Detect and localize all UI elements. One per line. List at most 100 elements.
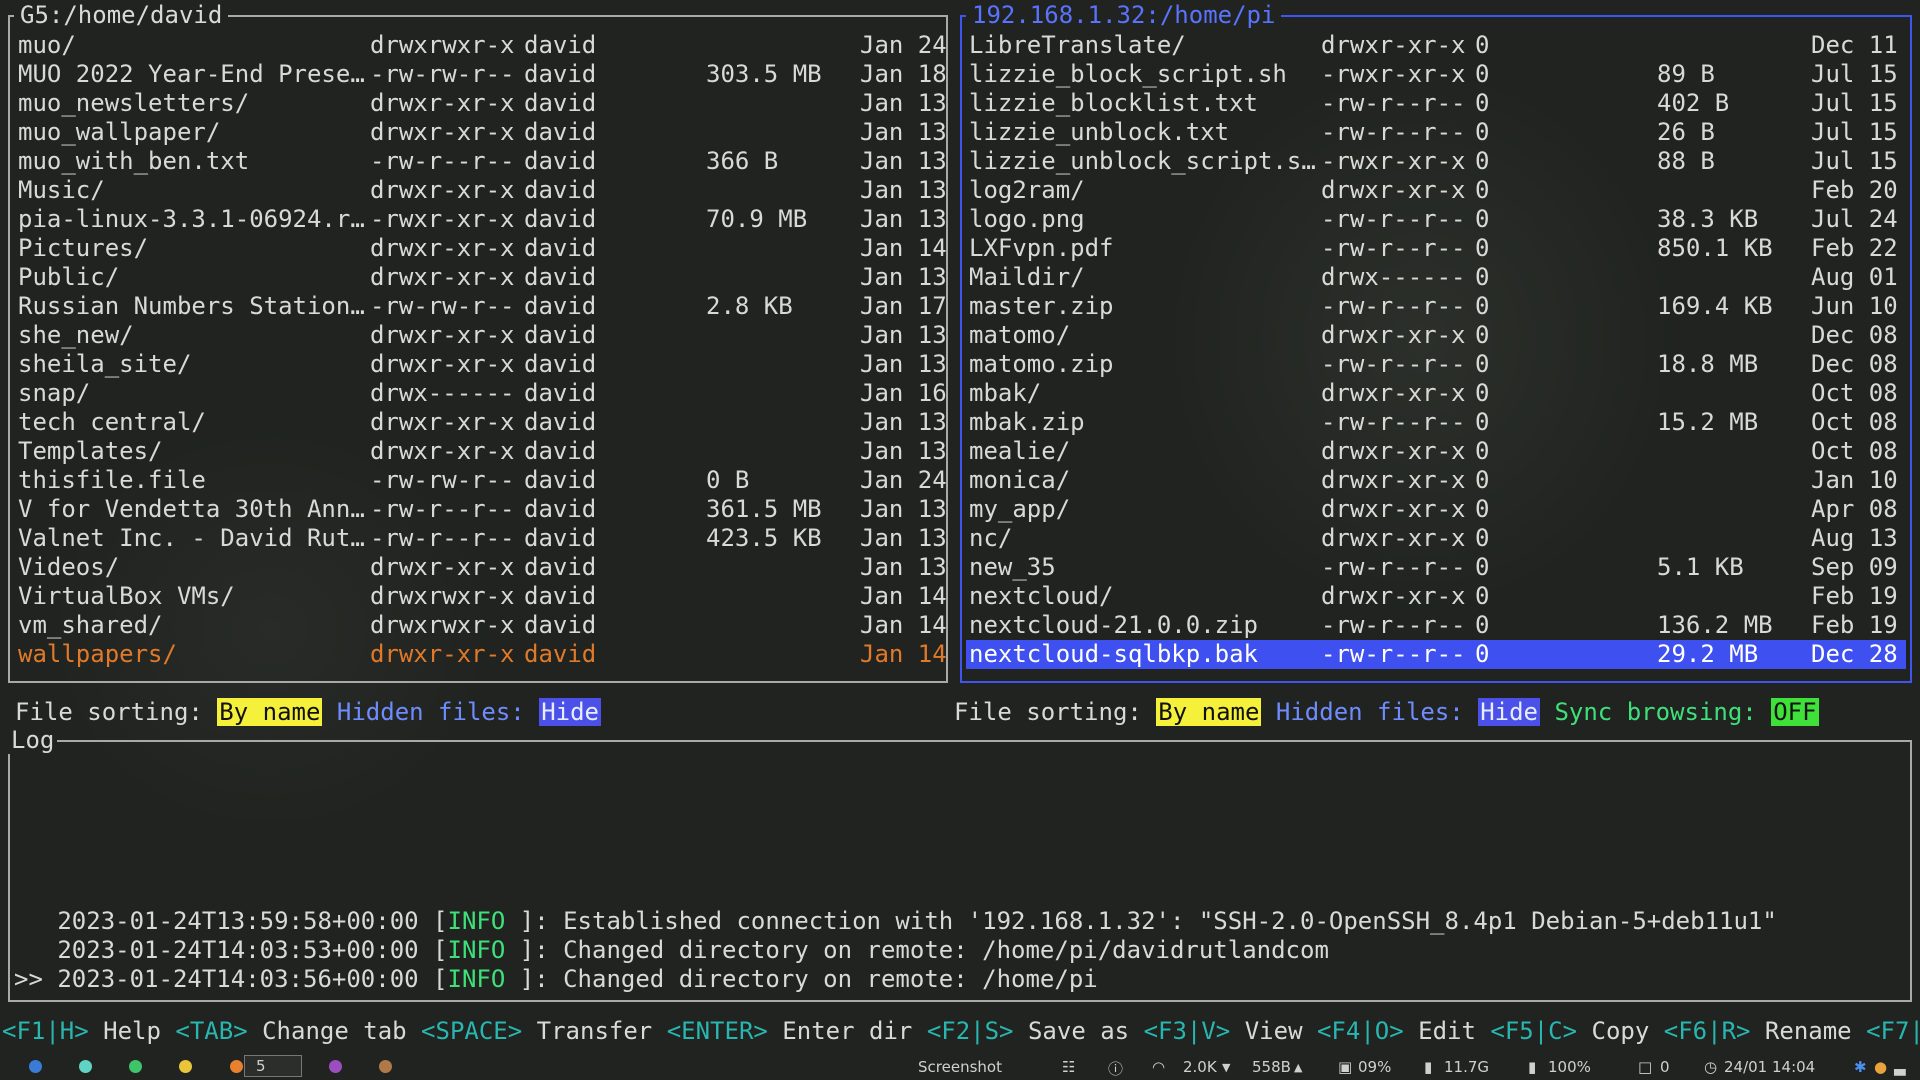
- file-row[interactable]: monica/drwxr-xr-x 0 Jan 10: [966, 466, 1906, 495]
- help-icon[interactable]: ⓘ: [1108, 1058, 1123, 1079]
- tray-app-icon[interactable]: ●: [1874, 1058, 1887, 1076]
- file-row[interactable]: Templates/drwxr-xr-x david Jan 13: [14, 437, 947, 466]
- file-size: 15.2 MB: [1657, 408, 1759, 436]
- file-permissions: drwxr-xr-x: [1321, 582, 1466, 610]
- workspace-dot[interactable]: [79, 1060, 92, 1073]
- file-row[interactable]: VirtualBox VMs/drwxrwxr-x david Jan 14: [14, 582, 947, 611]
- bluetooth-icon[interactable]: ✱: [1854, 1058, 1867, 1076]
- sync-browsing-value[interactable]: OFF: [1771, 698, 1819, 726]
- file-row[interactable]: LibreTranslate/drwxr-xr-x 0 Dec 11: [966, 31, 1906, 60]
- workspace-dot[interactable]: [129, 1060, 142, 1073]
- workspace-dot[interactable]: [329, 1060, 342, 1073]
- file-owner: 0: [1475, 582, 1490, 610]
- sync-browsing-label: Sync browsing:: [1554, 698, 1757, 726]
- active-workspace[interactable]: [244, 1055, 302, 1077]
- workspace-dot[interactable]: [230, 1060, 243, 1073]
- file-row[interactable]: matomo.zip -rw-r--r-- 0 18.8 MB Dec 08: [966, 350, 1906, 379]
- file-row[interactable]: lizzie_unblock_script.s… -rwxr-xr-x 0 88 B J…: [966, 147, 1906, 176]
- file-size: 361.5 MB: [706, 495, 822, 523]
- file-sorting-label: File sorting:: [954, 698, 1142, 726]
- workspace-dot[interactable]: [379, 1060, 392, 1073]
- file-row[interactable]: pia-linux-3.3.1-06924.r… -rwxr-xr-x david 7…: [14, 205, 947, 234]
- file-owner: david: [524, 524, 597, 552]
- file-row[interactable]: nextcloud-sqlbkp.bak -rw-r--r-- 0 29.2 MB De…: [966, 640, 1906, 669]
- log-level: INFO: [447, 907, 506, 935]
- local-panel-title: G5:/home/david: [14, 1, 229, 29]
- file-row[interactable]: she_new/drwxr-xr-x david Jan 13: [14, 321, 947, 350]
- datetime[interactable]: 24/01 14:04: [1724, 1058, 1815, 1076]
- file-owner: 0: [1475, 640, 1490, 668]
- log-level: INFO: [447, 965, 506, 993]
- key-hint-key[interactable]: <SPACE>: [421, 1017, 522, 1045]
- file-row[interactable]: Public/drwxr-xr-x david Jan 13: [14, 263, 947, 292]
- hidden-files-value[interactable]: Hide: [1478, 698, 1540, 726]
- file-owner: 0: [1475, 379, 1490, 407]
- file-name: lizzie_unblock.txt: [969, 118, 1230, 146]
- file-row[interactable]: lizzie_block_script.sh -rwxr-xr-x 0 89 B Jul…: [966, 60, 1906, 89]
- file-row[interactable]: V for Vendetta 30th Ann… -rw-r--r-- david 3…: [14, 495, 947, 524]
- wifi-icon[interactable]: ◠: [1152, 1058, 1165, 1076]
- file-row[interactable]: thisfile.file -rw-rw-r-- david 0 B Jan 24: [14, 466, 947, 495]
- file-row[interactable]: muo_wallpaper/drwxr-xr-x david Jan 13: [14, 118, 947, 147]
- file-row[interactable]: sheila_site/drwxr-xr-x david Jan 13: [14, 350, 947, 379]
- file-row[interactable]: muo/drwxrwxr-x david Jan 24: [14, 31, 947, 60]
- file-date: Jul 15: [1811, 118, 1898, 146]
- file-row[interactable]: nextcloud-21.0.0.zip -rw-r--r-- 0 136.2 MB F…: [966, 611, 1906, 640]
- hidden-files-label: Hidden files:: [336, 698, 525, 726]
- file-row[interactable]: vm_shared/drwxrwxr-x david Jan 14: [14, 611, 947, 640]
- file-row[interactable]: tech central/drwxr-xr-x david Jan 13: [14, 408, 947, 437]
- active-workspace-number: 5: [256, 1057, 266, 1075]
- workspace-dot[interactable]: [179, 1060, 192, 1073]
- file-row[interactable]: muo_with_ben.txt -rw-r--r-- david 366 B Jan …: [14, 147, 947, 176]
- file-row[interactable]: Maildir/drwx------ 0 Aug 01: [966, 263, 1906, 292]
- grid-icon[interactable]: ☷: [1062, 1058, 1075, 1076]
- file-row[interactable]: logo.png -rw-r--r-- 0 38.3 KB Jul 24: [966, 205, 1906, 234]
- file-date: Jan 13: [860, 147, 947, 175]
- file-name: Valnet Inc. - David Rut…: [18, 524, 365, 552]
- file-sorting-value[interactable]: By name: [217, 698, 323, 726]
- file-row[interactable]: muo_newsletters/drwxr-xr-x david Jan 13: [14, 89, 947, 118]
- file-row[interactable]: Music/drwxr-xr-x david Jan 13: [14, 176, 947, 205]
- file-row[interactable]: mbak/drwxr-xr-x 0 Oct 08: [966, 379, 1906, 408]
- file-row[interactable]: lizzie_blocklist.txt -rw-r--r-- 0 402 B Jul …: [966, 89, 1906, 118]
- hidden-files-value[interactable]: Hide: [539, 698, 601, 726]
- window-title: Screenshot: [918, 1058, 1002, 1076]
- file-row[interactable]: wallpapers/drwxr-xr-x david Jan 14: [14, 640, 947, 669]
- key-hint-key[interactable]: <TAB>: [175, 1017, 247, 1045]
- file-row[interactable]: lizzie_unblock.txt -rw-r--r-- 0 26 B Jul 15: [966, 118, 1906, 147]
- file-row[interactable]: new_35 -rw-r--r-- 0 5.1 KB Sep 09: [966, 553, 1906, 582]
- file-row[interactable]: mealie/drwxr-xr-x 0 Oct 08: [966, 437, 1906, 466]
- file-row[interactable]: LXFvpn.pdf -rw-r--r-- 0 850.1 KB Feb 22: [966, 234, 1906, 263]
- file-date: Jan 18: [860, 60, 947, 88]
- file-permissions: -rw-r--r--: [1321, 292, 1466, 320]
- file-row[interactable]: nextcloud/drwxr-xr-x 0 Feb 19: [966, 582, 1906, 611]
- file-owner: 0: [1475, 89, 1490, 117]
- file-row[interactable]: Pictures/drwxr-xr-x david Jan 14: [14, 234, 947, 263]
- file-permissions: -rw-r--r--: [1321, 611, 1466, 639]
- notification-icon[interactable]: □: [1638, 1058, 1652, 1076]
- file-row[interactable]: log2ram/drwxr-xr-x 0 Feb 20: [966, 176, 1906, 205]
- key-hint-key[interactable]: <F6|R>: [1664, 1017, 1751, 1045]
- key-hint-key[interactable]: <ENTER>: [667, 1017, 768, 1045]
- file-row[interactable]: master.zip -rw-r--r-- 0 169.4 KB Jun 10: [966, 292, 1906, 321]
- workspace-dot[interactable]: [29, 1060, 42, 1073]
- key-hint-key[interactable]: <F1|H>: [2, 1017, 89, 1045]
- log-prefix: >>: [14, 965, 58, 993]
- key-hint-key[interactable]: <F5|C>: [1490, 1017, 1577, 1045]
- file-row[interactable]: matomo/drwxr-xr-x 0 Dec 08: [966, 321, 1906, 350]
- key-hint-key[interactable]: <F7|D>: [1866, 1017, 1920, 1045]
- key-hint-key[interactable]: <F3|V>: [1144, 1017, 1231, 1045]
- key-hint-key[interactable]: <F2|S>: [927, 1017, 1014, 1045]
- file-row[interactable]: snap/drwx------ david Jan 16: [14, 379, 947, 408]
- key-hint-key[interactable]: <F4|O>: [1317, 1017, 1404, 1045]
- file-row[interactable]: MUO 2022 Year-End Prese… -rw-rw-r-- david 3…: [14, 60, 947, 89]
- file-row[interactable]: Russian Numbers Station… -rw-rw-r-- david 2…: [14, 292, 947, 321]
- file-row[interactable]: Valnet Inc. - David Rut… -rw-r--r-- david 4…: [14, 524, 947, 553]
- key-hint-label: View: [1230, 1017, 1317, 1045]
- file-row[interactable]: nc/drwxr-xr-x 0 Aug 13: [966, 524, 1906, 553]
- file-permissions: -rw-r--r--: [370, 147, 515, 175]
- file-row[interactable]: Videos/drwxr-xr-x david Jan 13: [14, 553, 947, 582]
- file-sorting-value[interactable]: By name: [1156, 698, 1262, 726]
- file-row[interactable]: mbak.zip -rw-r--r-- 0 15.2 MB Oct 08: [966, 408, 1906, 437]
- file-row[interactable]: my_app/drwxr-xr-x 0 Apr 08: [966, 495, 1906, 524]
